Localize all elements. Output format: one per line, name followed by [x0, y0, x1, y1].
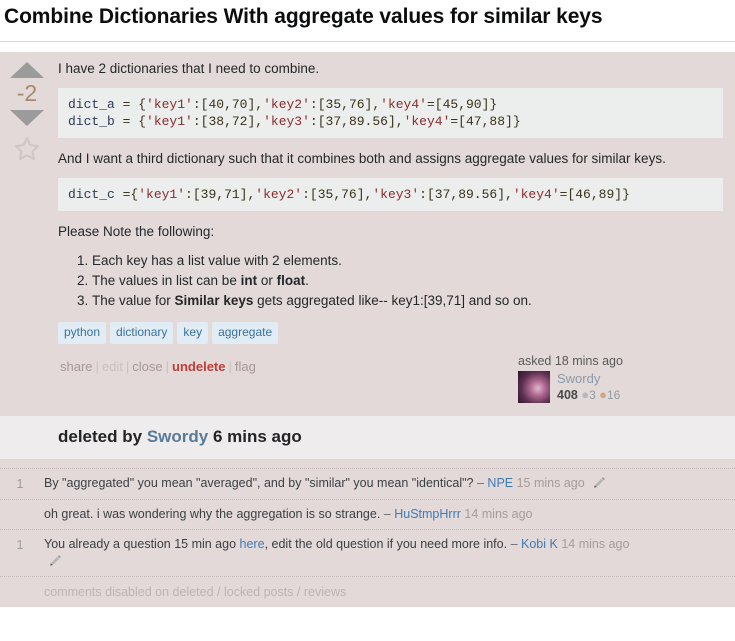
comment-dash: –	[510, 537, 518, 551]
note-text: The value for	[92, 293, 175, 308]
list-item: The value for Similar keys gets aggregat…	[92, 291, 723, 310]
owner-username[interactable]: Swordy	[557, 371, 620, 386]
avatar[interactable]	[518, 371, 550, 403]
notes-list: Each key has a list value with 2 element…	[58, 251, 723, 310]
comment-inline-link[interactable]: here	[240, 537, 265, 551]
comment-row: 1 By "aggregated" you mean "averaged", a…	[0, 468, 735, 499]
undelete-link[interactable]: undelete	[170, 359, 227, 374]
comment-score	[0, 506, 40, 523]
bronze-badge-icon: ●	[599, 387, 607, 402]
comment-row: 1 You already a question 15 min ago here…	[0, 529, 735, 576]
question-post: -2 I have 2 dictionaries that I need to …	[0, 52, 735, 607]
code-line-3: dict_c ={'key1':[39,71],'key2':[35,76],'…	[68, 187, 630, 202]
vote-cell: -2	[0, 52, 54, 415]
triangle-down-icon[interactable]	[10, 110, 44, 126]
body-paragraph-1: I have 2 dictionaries that I need to com…	[58, 61, 320, 76]
list-item: Each key has a list value with 2 element…	[92, 251, 723, 270]
note-bold-float: float	[276, 273, 306, 288]
list-item: The values in list can be int or float.	[92, 271, 723, 290]
triangle-up-icon[interactable]	[10, 62, 44, 78]
flag-link[interactable]: flag	[233, 359, 258, 374]
deleted-by-user-link[interactable]: Swordy	[147, 427, 208, 446]
share-link[interactable]: share	[58, 359, 95, 374]
comment-text: You already a question 15 min ago	[44, 537, 237, 551]
comment-text-after-link: , edit the old question if you need more…	[264, 537, 508, 551]
comment-score: 1	[16, 538, 24, 552]
body-paragraph-2: And I want a third dictionary such that …	[58, 151, 666, 166]
deleted-prefix: deleted by	[58, 427, 143, 446]
note-text-post: .	[305, 273, 309, 288]
comment-text: oh great. i was wondering why the aggreg…	[44, 507, 381, 521]
close-link[interactable]: close	[130, 359, 164, 374]
note-bold-similar-keys: Similar keys	[174, 293, 254, 308]
code-line-1: dict_a = {'key1':[40,70],'key2':[35,76],…	[68, 97, 498, 112]
asked-timestamp: asked 18 mins ago	[518, 354, 623, 368]
note-text-mid: or	[257, 273, 277, 288]
page-title: Combine Dictionaries With aggregate valu…	[4, 5, 603, 28]
code-block-output: dict_c ={'key1':[39,71],'key2':[35,76],'…	[58, 178, 723, 211]
comment-timestamp: 15 mins ago	[516, 476, 585, 490]
bronze-badge-count: 16	[606, 388, 621, 402]
code-block-inputs: dict_a = {'key1':[40,70],'key2':[35,76],…	[58, 88, 723, 138]
code-line-2: dict_b = {'key1':[38,72],'key3':[37,89.5…	[68, 114, 521, 129]
comment-text: By "aggregated" you mean "averaged", and…	[44, 476, 474, 490]
post-body: I have 2 dictionaries that I need to com…	[54, 52, 735, 415]
note-text: Each key has a list value with 2 element…	[92, 253, 342, 268]
reputation-score: 408	[557, 388, 578, 402]
owner-user-card: asked 18 mins ago Swordy 408 ●3 ●16	[518, 354, 723, 403]
post-action-links: share | edit | close | undelete | flag	[58, 354, 258, 376]
deleted-notice-banner: deleted by Swordy 6 mins ago	[0, 415, 735, 460]
comments-disabled-notice: comments disabled on deleted / locked po…	[0, 576, 735, 607]
deleted-timestamp: 6 mins ago	[212, 427, 302, 446]
vote-count: -2	[16, 80, 38, 106]
question-title-header: Combine Dictionaries With aggregate valu…	[0, 0, 735, 38]
silver-badge-icon: ●	[581, 387, 590, 402]
silver-badge-count: 3	[589, 388, 596, 402]
comments-list: 1 By "aggregated" you mean "averaged", a…	[0, 460, 735, 607]
stackoverflow-deleted-question-page: Combine Dictionaries With aggregate valu…	[0, 0, 735, 641]
tag-aggregate[interactable]: aggregate	[212, 322, 279, 344]
comment-author-link[interactable]: NPE	[487, 476, 513, 490]
comment-dash: –	[476, 476, 484, 490]
edit-pencil-icon[interactable]	[49, 554, 62, 567]
tag-dictionary[interactable]: dictionary	[110, 322, 174, 344]
comment-body: You already a question 15 min ago here, …	[40, 536, 727, 570]
comment-score: 1	[16, 477, 24, 491]
star-icon[interactable]	[12, 135, 42, 168]
title-divider	[0, 41, 735, 42]
comment-body: oh great. i was wondering why the aggreg…	[40, 506, 727, 523]
note-text-post: gets aggregated like-- key1:[39,71] and …	[253, 293, 532, 308]
body-paragraph-3: Please Note the following:	[58, 224, 215, 239]
comment-dash: –	[383, 507, 391, 521]
note-text: The values in list can be	[92, 273, 241, 288]
note-bold-int: int	[240, 273, 258, 288]
comment-timestamp: 14 mins ago	[561, 537, 630, 551]
post-meta-row: share | edit | close | undelete | flag asked 18 …	[58, 348, 723, 415]
comment-author-link[interactable]: Kobi K	[521, 537, 558, 551]
tag-list: python dictionary key aggregate	[58, 322, 723, 348]
comment-row: oh great. i was wondering why the aggreg…	[0, 499, 735, 529]
edit-pencil-icon[interactable]	[593, 476, 606, 489]
owner-badges: 408 ●3 ●16	[557, 387, 620, 403]
comment-timestamp: 14 mins ago	[464, 507, 533, 521]
comment-author-link[interactable]: HuStmpHrrr	[394, 507, 461, 521]
tag-key[interactable]: key	[177, 322, 209, 344]
edit-link[interactable]: edit	[100, 359, 125, 374]
tag-python[interactable]: python	[58, 322, 107, 344]
comment-body: By "aggregated" you mean "averaged", and…	[40, 475, 727, 493]
